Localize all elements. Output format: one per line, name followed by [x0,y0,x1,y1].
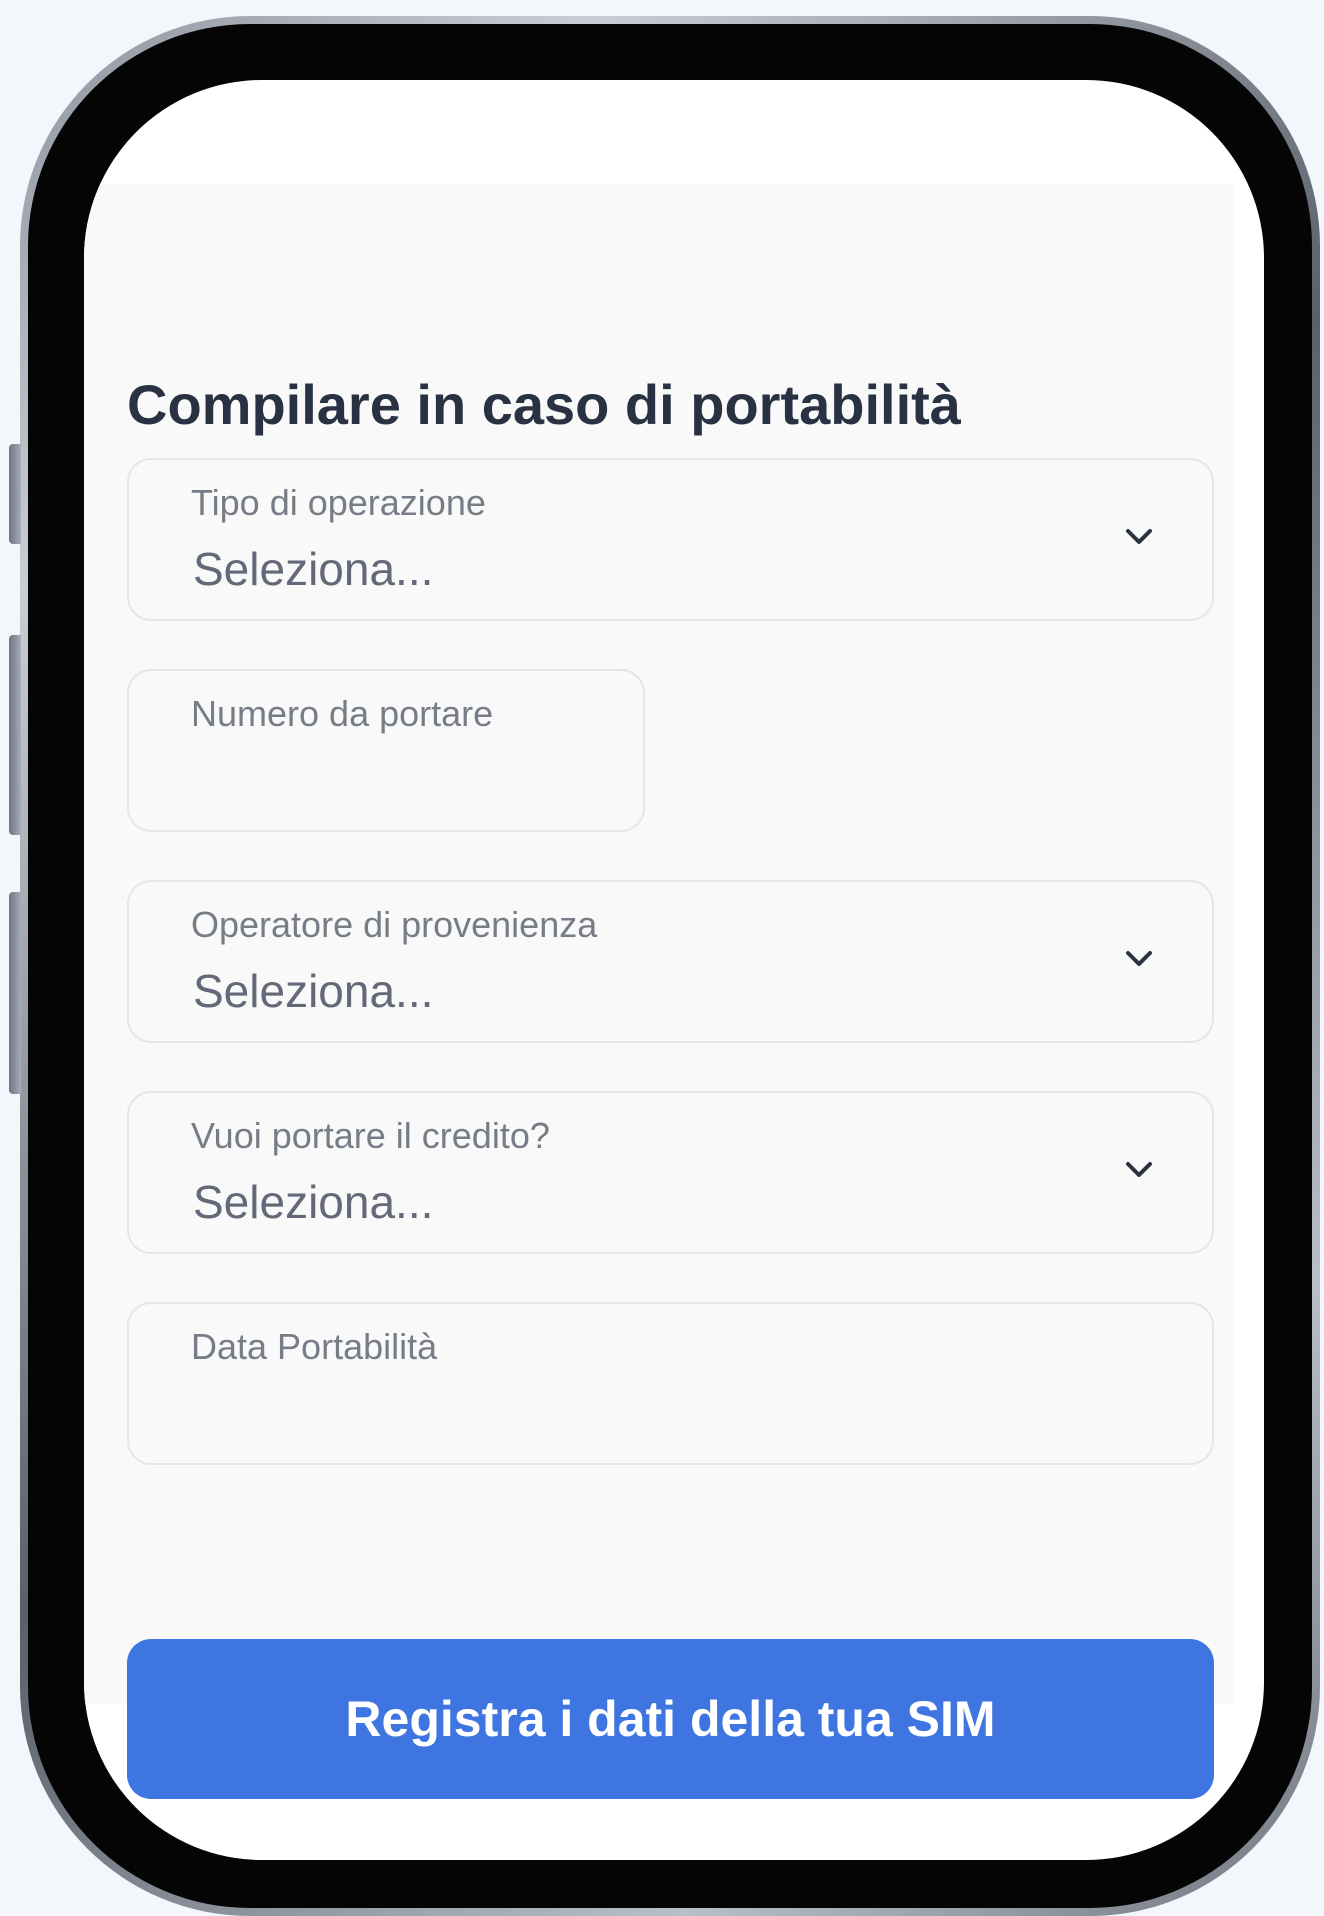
operatore-provenienza-value: Seleziona... [193,965,434,1017]
page-title: Compilare in caso di portabilità [127,373,961,436]
porta-credito-label: Vuoi portare il credito? [191,1115,550,1156]
data-portabilita-input[interactable]: Data Portabilità [127,1302,1214,1465]
chevron-down-icon [1124,524,1154,548]
phone-screen: Compilare in caso di portabilità Tipo di… [84,80,1264,1860]
volume-up-button [9,635,21,835]
silent-switch [9,444,21,544]
register-sim-button[interactable]: Registra i dati della tua SIM [127,1639,1214,1799]
tipo-operazione-select[interactable]: Tipo di operazione Seleziona... [127,458,1214,621]
porta-credito-select[interactable]: Vuoi portare il credito? Seleziona... [127,1091,1214,1254]
operatore-provenienza-select[interactable]: Operatore di provenienza Seleziona... [127,880,1214,1043]
numero-da-portare-label: Numero da portare [191,693,494,734]
form-container: Compilare in caso di portabilità Tipo di… [84,184,1234,1799]
volume-down-button [9,892,21,1094]
chevron-down-icon [1124,946,1154,970]
porta-credito-value: Seleziona... [193,1176,434,1228]
numero-da-portare-input[interactable]: Numero da portare [127,669,645,832]
data-portabilita-label: Data Portabilità [191,1326,438,1367]
chevron-down-icon [1124,1157,1154,1181]
tipo-operazione-value: Seleziona... [193,543,434,595]
tipo-operazione-label: Tipo di operazione [191,482,486,523]
operatore-provenienza-label: Operatore di provenienza [191,904,598,945]
